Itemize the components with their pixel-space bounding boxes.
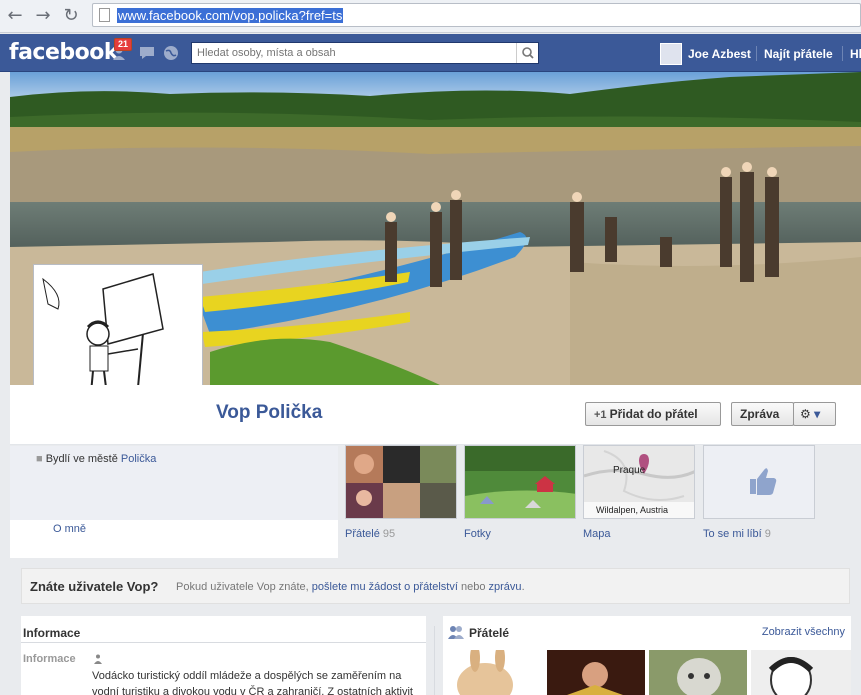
settings-dropdown-button[interactable]: ⚙ ▾ xyxy=(793,402,836,426)
section-divider xyxy=(21,642,426,643)
map-tile[interactable]: Praque Wildalpen, Austria xyxy=(583,445,695,519)
do-you-know-text: Pokud uživatele Vop znáte, pošlete mu žá… xyxy=(176,581,525,593)
friends-tile-label[interactable]: Přátelé 95 xyxy=(345,528,395,540)
info-section: Informace Informace Vodácko turistický o… xyxy=(21,616,426,695)
likes-tile-label[interactable]: To se mi líbí 9 xyxy=(703,528,771,540)
user-avatar[interactable] xyxy=(660,43,682,65)
lives-in-row: ■ Bydlí ve městě Polička xyxy=(36,453,156,465)
home-link[interactable]: Hl xyxy=(850,47,861,61)
page-icon xyxy=(99,8,110,22)
likes-tile[interactable] xyxy=(703,445,815,519)
search-icon xyxy=(522,47,534,59)
reload-icon[interactable]: ↻ xyxy=(60,5,82,27)
thumbs-up-icon xyxy=(750,468,777,495)
friends-collage xyxy=(346,446,456,518)
lives-in-prefix: Bydlí ve městě xyxy=(45,453,118,465)
info-section-title[interactable]: Informace xyxy=(23,626,80,640)
address-bar[interactable]: www.facebook.com/vop.policka?fref=ts xyxy=(92,3,861,27)
friend-thumbnail[interactable] xyxy=(751,650,851,695)
chevron-down-icon: ▾ xyxy=(814,407,821,421)
lives-in-city-link[interactable]: Polička xyxy=(121,453,156,465)
about-summary: ■ Bydlí ve městě Polička xyxy=(10,446,338,520)
see-all-friends-link[interactable]: Zobrazit všechny xyxy=(762,626,845,638)
add-friend-button[interactable]: +1 Přidat do přátel xyxy=(585,402,721,426)
gear-icon: ⚙ xyxy=(800,407,811,421)
friends-tile[interactable] xyxy=(345,445,457,519)
map-city-label: Praque xyxy=(613,465,646,476)
message-button[interactable]: Zpráva xyxy=(731,402,794,426)
friends-section-title[interactable]: Přátelé xyxy=(469,626,509,640)
info-description: Vodácko turistický oddíl mládeže a dospě… xyxy=(92,670,413,695)
friend-thumbnail[interactable] xyxy=(649,650,747,695)
friend-thumbnail[interactable] xyxy=(445,650,543,695)
back-icon[interactable]: ← xyxy=(4,5,26,27)
friends-count: 95 xyxy=(382,528,396,540)
messages-icon[interactable] xyxy=(138,45,156,61)
home-icon: ■ xyxy=(36,453,46,465)
know-mid: nebo xyxy=(460,581,486,593)
friend-requests-badge: 21 xyxy=(114,38,133,51)
photos-tile[interactable] xyxy=(464,445,576,519)
friend-thumbnail[interactable] xyxy=(547,650,645,695)
about-link[interactable]: O mně xyxy=(53,523,86,535)
send-message-link[interactable]: zprávu xyxy=(489,581,522,593)
person-icon xyxy=(94,654,102,664)
notifications-globe-icon[interactable] xyxy=(162,45,180,61)
friends-section: Přátelé Zobrazit všechny xyxy=(443,616,851,695)
friends-icon xyxy=(448,626,464,639)
message-label: Zpráva xyxy=(740,407,780,421)
column-divider xyxy=(434,626,435,695)
header-divider xyxy=(842,46,843,61)
do-you-know-title: Znáte uživatele Vop? xyxy=(30,579,159,594)
forward-icon[interactable]: → xyxy=(32,5,54,27)
map-caption: Wildalpen, Austria xyxy=(596,505,669,515)
search-input[interactable] xyxy=(192,43,517,63)
friend-photo xyxy=(547,650,645,695)
friends-label: Přátelé xyxy=(345,528,380,540)
url-text[interactable]: www.facebook.com/vop.policka?fref=ts xyxy=(117,8,344,23)
add-friend-icon: +1 xyxy=(594,409,610,421)
friend-photo xyxy=(649,650,747,695)
send-friend-request-link[interactable]: pošlete mu žádost o přátelství xyxy=(312,581,458,593)
search-button[interactable] xyxy=(516,43,538,63)
know-prefix: Pokud uživatele Vop znáte, xyxy=(176,581,309,593)
facebook-logo[interactable]: facebook xyxy=(9,40,119,65)
find-friends-link[interactable]: Najít přátele xyxy=(764,47,833,61)
facebook-header: facebook 21 Joe Azbest Najít přátele Hl xyxy=(0,34,861,72)
likes-label: To se mi líbí xyxy=(703,528,762,540)
friend-photo xyxy=(751,650,851,695)
do-you-know-box: Znáte uživatele Vop? Pokud uživatele Vop… xyxy=(21,568,850,604)
header-divider xyxy=(756,46,757,61)
page-title[interactable]: Vop Polička xyxy=(216,402,322,424)
photos-tile-label[interactable]: Fotky xyxy=(464,528,491,540)
likes-count: 9 xyxy=(764,528,771,540)
map-tile-label[interactable]: Mapa xyxy=(583,528,611,540)
friend-photo xyxy=(445,650,543,695)
user-name-link[interactable]: Joe Azbest xyxy=(688,47,751,61)
know-end: . xyxy=(521,581,525,593)
profile-name-bar: Vop Polička +1 Přidat do přátel Zpráva ⚙… xyxy=(10,385,861,445)
browser-toolbar: ← → ↻ www.facebook.com/vop.policka?fref=… xyxy=(0,0,861,33)
search-box xyxy=(191,42,539,64)
info-key: Informace xyxy=(23,653,76,665)
photos-thumbnail xyxy=(465,446,575,518)
add-friend-label: Přidat do přátel xyxy=(609,407,698,421)
